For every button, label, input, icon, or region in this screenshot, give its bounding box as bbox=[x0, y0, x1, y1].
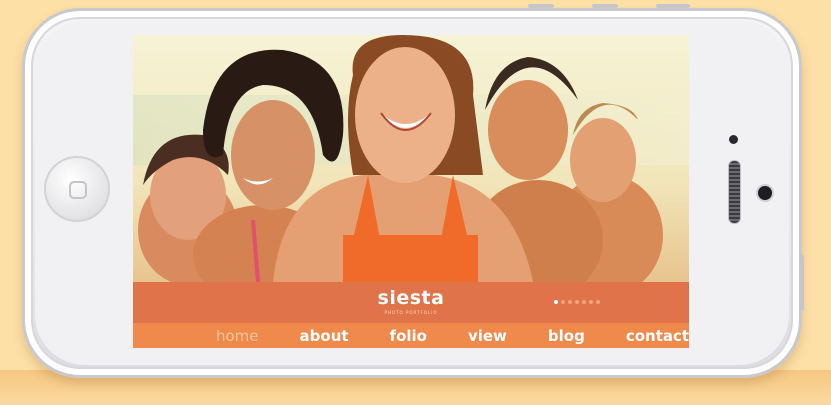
slider-dot[interactable] bbox=[561, 300, 565, 304]
slider-dot[interactable] bbox=[582, 300, 586, 304]
nav-item-view[interactable]: view bbox=[468, 327, 507, 345]
home-button[interactable] bbox=[44, 156, 110, 222]
nav-item-contacts[interactable]: contacts bbox=[626, 327, 689, 345]
hero-photo bbox=[133, 35, 689, 282]
photo-of-smiling-friends-on-beach-icon bbox=[133, 35, 689, 282]
proximity-sensor bbox=[729, 135, 738, 144]
slider-pagination bbox=[554, 300, 600, 304]
earpiece-speaker bbox=[728, 160, 741, 224]
slider-dot[interactable] bbox=[589, 300, 593, 304]
phone-screen: siesta PHOTO PORTFOLIO home about folio … bbox=[133, 35, 689, 348]
site-tagline: PHOTO PORTFOLIO bbox=[384, 310, 438, 315]
volume-button bbox=[592, 4, 618, 8]
nav-item-folio[interactable]: folio bbox=[390, 327, 427, 345]
slider-dot[interactable] bbox=[568, 300, 572, 304]
volume-button bbox=[656, 4, 690, 8]
nav-item-home[interactable]: home bbox=[216, 327, 259, 345]
power-button bbox=[800, 255, 804, 311]
front-camera-icon bbox=[756, 184, 774, 202]
nav-item-blog[interactable]: blog bbox=[548, 327, 585, 345]
slider-dot[interactable] bbox=[596, 300, 600, 304]
main-nav: home about folio view blog contacts bbox=[133, 323, 689, 348]
slider-dot[interactable] bbox=[575, 300, 579, 304]
site-logo[interactable]: siesta bbox=[133, 287, 689, 309]
nav-item-about[interactable]: about bbox=[300, 327, 349, 345]
home-square-icon bbox=[69, 181, 87, 199]
slider-dot[interactable] bbox=[554, 300, 558, 304]
brand-bar: siesta PHOTO PORTFOLIO bbox=[133, 282, 689, 323]
volume-button bbox=[528, 4, 554, 8]
